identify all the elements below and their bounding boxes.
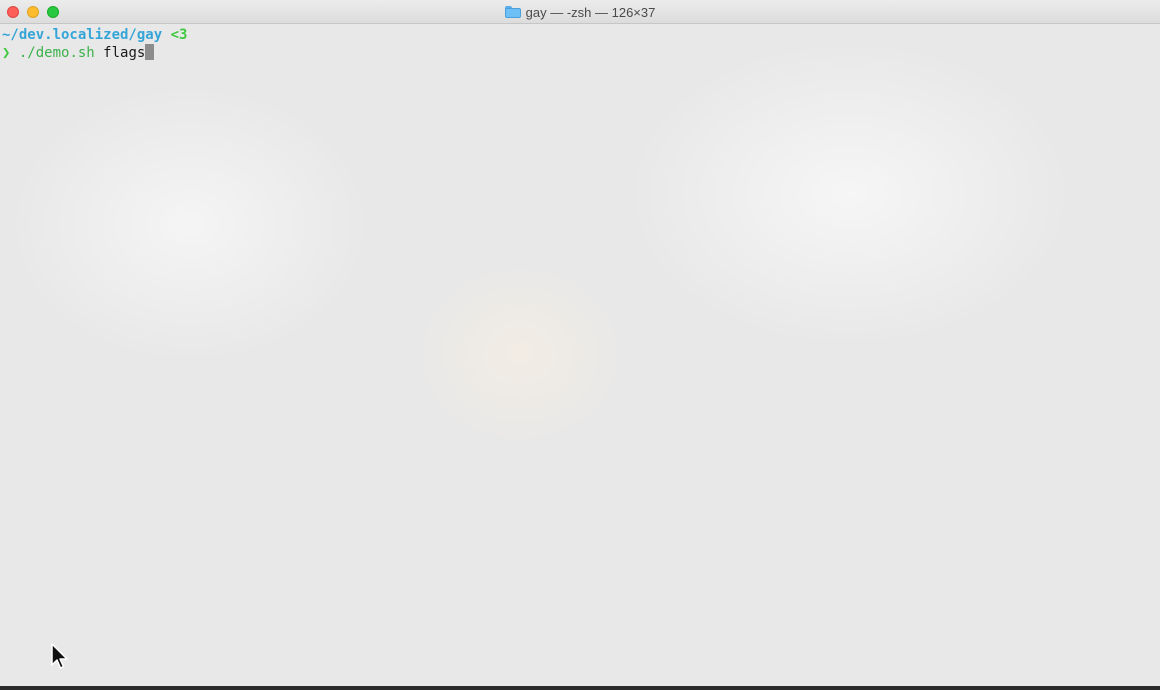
window-title: gay — -zsh — 126×37 [525, 5, 656, 20]
command-argument: flags [103, 45, 146, 61]
text-cursor [145, 44, 155, 60]
command-line[interactable]: ❯ ./demo.sh flags [2, 44, 1160, 62]
prompt-path: ~/dev.localized/gay [2, 27, 163, 43]
minimize-button[interactable] [27, 6, 39, 18]
window-title-area: gay — -zsh — 126×37 [0, 0, 1160, 24]
terminal-content[interactable]: ~/dev.localized/gay <3 ❯ ./demo.sh flags [0, 24, 1160, 686]
prompt-symbol: ❯ [2, 45, 11, 61]
folder-icon [504, 6, 521, 18]
mouse-pointer-icon [51, 643, 68, 669]
prompt-suffix: <3 [170, 27, 188, 43]
prompt-line: ~/dev.localized/gay <3 [2, 26, 1160, 44]
zoom-button[interactable] [47, 6, 59, 18]
title-bar[interactable]: gay — -zsh — 126×37 [0, 0, 1160, 24]
command-text: ./demo.sh [18, 45, 95, 61]
close-button[interactable] [7, 6, 19, 18]
terminal-window: gay — -zsh — 126×37 ~/dev.localized/gay … [0, 0, 1160, 686]
